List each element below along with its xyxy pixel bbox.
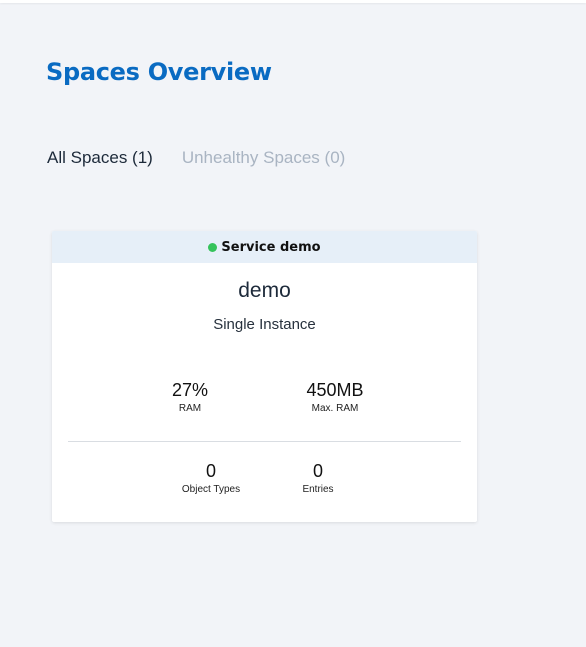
- page-title: Spaces Overview: [46, 58, 272, 86]
- ram-stat: 27% RAM: [130, 379, 250, 416]
- ram-label: RAM: [178, 403, 202, 414]
- status-dot-icon: [208, 242, 218, 252]
- object-types-value: 0: [205, 461, 216, 481]
- entries-stat: 0 Entries: [258, 460, 378, 497]
- max-ram-stat: 450MB Max. RAM: [275, 379, 395, 416]
- space-card[interactable]: Service demo demo Single Instance 27% RA…: [52, 231, 477, 522]
- tab-unhealthy-spaces[interactable]: Unhealthy Spaces (0): [182, 148, 345, 168]
- card-header-title: Service demo: [221, 239, 321, 255]
- stats-divider: [68, 441, 461, 442]
- space-name: demo: [238, 279, 291, 302]
- entries-label: Entries: [302, 484, 334, 495]
- top-bar: [0, 0, 586, 3]
- max-ram-value: 450MB: [306, 380, 364, 400]
- card-header: Service demo: [52, 231, 477, 263]
- entries-value: 0: [312, 461, 323, 481]
- object-types-label: Object Types: [181, 484, 241, 495]
- space-tabs: All Spaces (1) Unhealthy Spaces (0): [47, 148, 345, 168]
- tab-all-spaces[interactable]: All Spaces (1): [47, 148, 153, 168]
- ram-value: 27%: [171, 380, 209, 400]
- max-ram-label: Max. RAM: [311, 403, 359, 414]
- object-types-stat: 0 Object Types: [151, 460, 271, 497]
- space-type: Single Instance: [213, 316, 316, 333]
